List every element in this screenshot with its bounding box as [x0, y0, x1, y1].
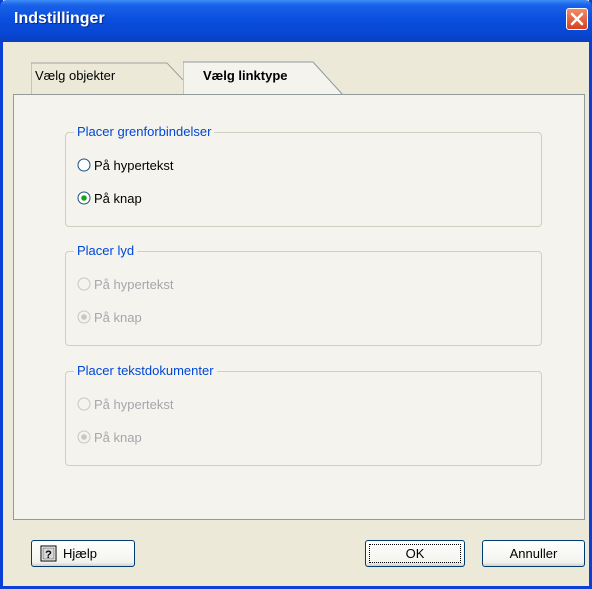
window-title: Indstillinger: [14, 10, 105, 27]
tab-select-objects[interactable]: Vælg objekter: [31, 60, 191, 96]
title-bar[interactable]: Indstillinger: [0, 0, 592, 42]
tab-panel: Placer grenforbindelser På hypertekst På…: [13, 94, 585, 520]
help-button[interactable]: ? Hjælp: [31, 540, 135, 567]
radio-checked-icon: [77, 310, 91, 324]
cancel-button[interactable]: Annuller: [482, 540, 585, 567]
radio-unchecked-icon: [77, 397, 91, 411]
group-label: Placer grenforbindelser: [74, 124, 215, 139]
close-button[interactable]: [566, 8, 588, 30]
group-place-text-documents: Placer tekstdokumenter På hypertekst På …: [65, 363, 542, 466]
help-button-label: Hjælp: [63, 546, 97, 561]
svg-text:?: ?: [45, 549, 52, 561]
radio-label: På knap: [94, 191, 142, 206]
radio-label: På hypertekst: [94, 158, 174, 173]
radio-checked-icon: [77, 191, 91, 205]
tab-strip: Vælg objekter Vælg linktype: [3, 60, 592, 96]
radio-label: På hypertekst: [94, 277, 174, 292]
radio-label: På hypertekst: [94, 397, 174, 412]
group-label: Placer tekstdokumenter: [74, 363, 217, 378]
group-label: Placer lyd: [74, 243, 138, 258]
radio-label: På knap: [94, 430, 142, 445]
cancel-button-label: Annuller: [509, 546, 558, 561]
ok-button[interactable]: OK: [365, 540, 465, 567]
settings-dialog: Indstillinger Vælg objekter Vælg linktyp…: [0, 0, 592, 589]
tab-select-linktype-label: Vælg linktype: [203, 68, 288, 83]
radio-checked-icon: [77, 430, 91, 444]
tab-select-linktype[interactable]: Vælg linktype: [183, 60, 347, 96]
close-icon: [570, 12, 584, 26]
radio-unchecked-icon: [77, 277, 91, 291]
tab-select-objects-label: Vælg objekter: [35, 68, 116, 83]
radio-label: På knap: [94, 310, 142, 325]
group-place-sound: Placer lyd På hypertekst På knap: [65, 243, 542, 346]
group-place-branch-links: Placer grenforbindelser På hypertekst På…: [65, 124, 542, 227]
help-icon: ?: [40, 545, 57, 562]
radio-unchecked-icon: [77, 158, 91, 172]
focus-ring: [369, 544, 461, 563]
